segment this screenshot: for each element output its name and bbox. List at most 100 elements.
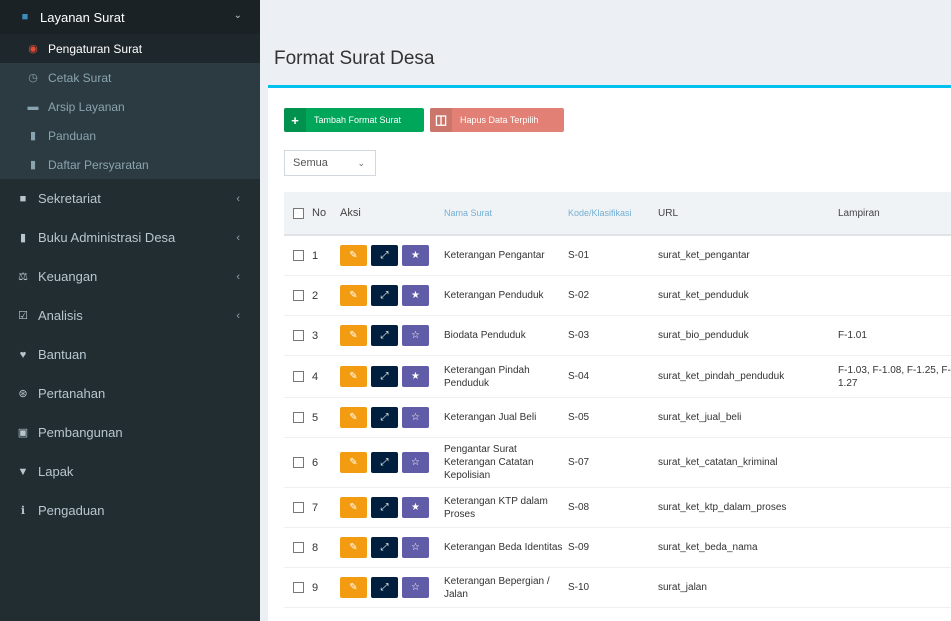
move-icon[interactable]: ⤢ <box>371 537 398 558</box>
move-icon[interactable]: ⤢ <box>371 245 398 266</box>
table-row: 2 ✎ ⤢ ★ Keterangan Penduduk S-02 surat_ket_pen… <box>284 276 951 316</box>
edit-icon[interactable]: ✎ <box>340 407 367 428</box>
row-no: 2 <box>312 289 319 302</box>
row-kode: S-01 <box>568 250 590 261</box>
add-format-button[interactable]: + Tambah Format Surat <box>284 108 424 132</box>
sidebar-item-pertanahan[interactable]: ⊛ Pertanahan <box>0 374 260 413</box>
row-checkbox[interactable] <box>292 542 304 553</box>
sidebar-item-analisis[interactable]: ☑ Analisis ‹ <box>0 296 260 335</box>
sidebar-item-label: Buku Administrasi Desa <box>38 230 176 245</box>
select-all-checkbox[interactable] <box>292 207 304 219</box>
header-nama-surat[interactable]: Nama Surat <box>444 207 568 220</box>
row-no: 7 <box>312 501 319 514</box>
sidebar-subitem-label: Arsip Layanan <box>48 99 125 114</box>
header-no[interactable]: No <box>312 207 336 219</box>
sidebar-item-keuangan[interactable]: ⚖ Keuangan ‹ <box>0 257 260 296</box>
row-checkbox[interactable] <box>292 582 304 593</box>
edit-icon[interactable]: ✎ <box>340 285 367 306</box>
sidebar-item-label: Pertanahan <box>38 386 106 401</box>
row-no: 9 <box>312 581 319 594</box>
header-url[interactable]: URL <box>658 208 838 219</box>
sidebar-item-label: Analisis <box>38 308 83 323</box>
row-nama-surat: Pengantar Surat Keterangan Catatan Kepol… <box>444 444 534 481</box>
table-row: 7 ✎ ⤢ ★ Keterangan KTP dalam Proses S-08 surat… <box>284 488 951 528</box>
move-icon[interactable]: ⤢ <box>371 325 398 346</box>
row-kode: S-07 <box>568 457 590 468</box>
star-filled-icon[interactable]: ★ <box>402 245 429 266</box>
edit-icon[interactable]: ✎ <box>340 577 367 598</box>
sidebar-item-sekretariat[interactable]: ■ Sekretariat ‹ <box>0 179 260 218</box>
delete-selected-button[interactable]: ◫ Hapus Data Terpilih <box>430 108 564 132</box>
move-icon[interactable]: ⤢ <box>371 497 398 518</box>
table-body: 1 ✎ ⤢ ★ Keterangan Pengantar S-01 surat_ket_pe… <box>284 236 951 608</box>
sidebar-header-layanan-surat[interactable]: ■ Layanan Surat ⌄ <box>0 0 260 34</box>
sidebar-subitem-pengaturan-surat[interactable]: ◉ Pengaturan Surat <box>0 34 260 63</box>
sidebar-item-label: Sekretariat <box>38 191 101 206</box>
sidebar-subitem-label: Cetak Surat <box>48 70 112 85</box>
sidebar-item-pengaduan[interactable]: ℹ Pengaduan <box>0 491 260 530</box>
row-no: 3 <box>312 329 319 342</box>
move-icon[interactable]: ⤢ <box>371 407 398 428</box>
row-checkbox[interactable] <box>292 502 304 513</box>
move-icon[interactable]: ⤢ <box>371 452 398 473</box>
star-filled-icon[interactable]: ★ <box>402 285 429 306</box>
row-nama-surat: Keterangan KTP dalam Proses <box>444 495 548 520</box>
header-kode[interactable]: Kode/Klasifikasi <box>568 208 658 218</box>
sidebar-item-buku-administrasi-desa[interactable]: ▮ Buku Administrasi Desa ‹ <box>0 218 260 257</box>
star-outline-icon[interactable]: ☆ <box>402 452 429 473</box>
star-outline-icon[interactable]: ☆ <box>402 407 429 428</box>
row-no: 8 <box>312 541 319 554</box>
circle-icon: ◉ <box>28 43 38 55</box>
edit-icon[interactable]: ✎ <box>340 245 367 266</box>
envelope-icon: ■ <box>21 11 29 23</box>
move-icon[interactable]: ⤢ <box>371 577 398 598</box>
sidebar-item-lapak[interactable]: ▼ Lapak <box>0 452 260 491</box>
row-checkbox[interactable] <box>292 412 304 423</box>
edit-icon[interactable]: ✎ <box>340 366 367 387</box>
row-checkbox[interactable] <box>292 457 304 468</box>
sidebar-item-bantuan[interactable]: ♥ Bantuan <box>0 335 260 374</box>
row-nama-surat: Biodata Penduduk <box>444 330 526 341</box>
row-kode: S-05 <box>568 412 590 423</box>
row-url: surat_ket_ktp_dalam_proses <box>658 502 787 513</box>
filter-select[interactable]: Semua ⌄ <box>284 150 376 176</box>
sidebar-subitem-panduan[interactable]: ▮ Panduan <box>0 121 260 150</box>
star-filled-icon[interactable]: ★ <box>402 366 429 387</box>
move-icon[interactable]: ⤢ <box>371 366 398 387</box>
row-checkbox[interactable] <box>292 290 304 301</box>
table-row: 9 ✎ ⤢ ☆ Keterangan Bepergian / Jalan S-10 sura… <box>284 568 951 608</box>
star-outline-icon[interactable]: ☆ <box>402 325 429 346</box>
cart-icon: ▼ <box>17 465 29 478</box>
edit-icon[interactable]: ✎ <box>340 537 367 558</box>
format-table: No Aksi Nama Surat Kode/Klasifikasi URL … <box>284 192 951 608</box>
row-checkbox[interactable] <box>292 330 304 341</box>
sidebar-item-pembangunan[interactable]: ▣ Pembangunan <box>0 413 260 452</box>
table-row: 3 ✎ ⤢ ☆ Biodata Penduduk S-03 surat_bio_pendud… <box>284 316 951 356</box>
edit-icon[interactable]: ✎ <box>340 452 367 473</box>
sidebar-subitem-label: Daftar Persyaratan <box>48 157 149 172</box>
sidebar-subitem-arsip-layanan[interactable]: ▬ Arsip Layanan <box>0 92 260 121</box>
row-url: surat_jalan <box>658 582 707 593</box>
table-row: 6 ✎ ⤢ ☆ Pengantar Surat Keterangan Catatan K… <box>284 438 951 488</box>
row-actions: ✎ ⤢ ★ <box>336 497 444 518</box>
row-checkbox[interactable] <box>292 250 304 261</box>
edit-icon[interactable]: ✎ <box>340 497 367 518</box>
row-checkbox[interactable] <box>292 371 304 382</box>
sidebar-subitem-cetak-surat[interactable]: ◷ Cetak Surat <box>0 63 260 92</box>
row-actions: ✎ ⤢ ☆ <box>336 325 444 346</box>
star-outline-icon[interactable]: ☆ <box>402 537 429 558</box>
row-nama-surat: Keterangan Jual Beli <box>444 412 537 423</box>
row-nama-surat: Keterangan Bepergian / Jalan <box>444 575 550 600</box>
sidebar-subitem-label: Panduan <box>48 128 97 143</box>
header-lampiran[interactable]: Lampiran <box>838 207 951 220</box>
sidebar-subitem-daftar-persyaratan[interactable]: ▮ Daftar Persyaratan <box>0 150 260 179</box>
star-filled-icon[interactable]: ★ <box>402 497 429 518</box>
row-actions: ✎ ⤢ ☆ <box>336 537 444 558</box>
move-icon[interactable]: ⤢ <box>371 285 398 306</box>
row-url: surat_ket_pindah_penduduk <box>658 371 785 382</box>
row-url: surat_ket_jual_beli <box>658 412 742 423</box>
edit-icon[interactable]: ✎ <box>340 325 367 346</box>
star-outline-icon[interactable]: ☆ <box>402 577 429 598</box>
table-row: 1 ✎ ⤢ ★ Keterangan Pengantar S-01 surat_ket_pe… <box>284 236 951 276</box>
sidebar-submenu: ◉ Pengaturan Surat ◷ Cetak Surat ▬ Arsip… <box>0 34 260 179</box>
